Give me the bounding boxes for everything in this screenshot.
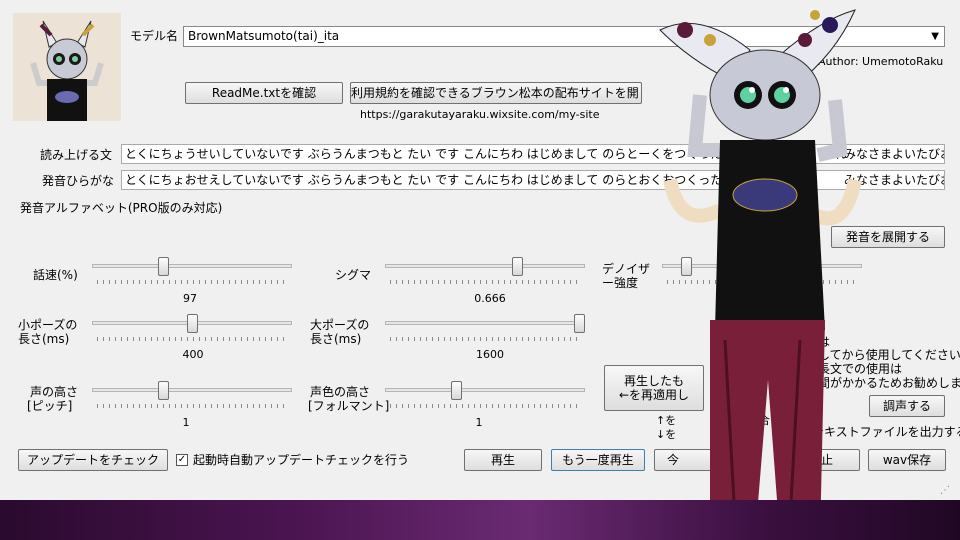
terms-site-button[interactable]: 利用規約を確認できるブラウン松本の配布サイトを開く — [350, 82, 642, 104]
wav-save-button[interactable]: wav保存 — [868, 449, 946, 471]
pitch-value: 1 — [182, 416, 190, 429]
sigma-ticks — [390, 280, 582, 284]
formant-label-1: 声色の高さ — [310, 385, 371, 399]
small-pause-value: 400 — [182, 348, 204, 361]
speed-slider-track[interactable] — [92, 264, 292, 268]
play-button[interactable]: 再生 — [464, 449, 542, 471]
large-pause-label-2: 長さ(ms) — [310, 332, 362, 346]
large-pause-slider-thumb[interactable] — [574, 314, 585, 333]
pitch-slider-track[interactable] — [92, 388, 292, 392]
auto-update-label: 起動時自動アップデートチェックを行う — [193, 453, 410, 467]
model-label: モデル名 — [130, 29, 179, 43]
app-window: モデル名 BrownMatsumoto(tai)_ita ▼ Author: U… — [0, 0, 960, 540]
formant-slider-thumb[interactable] — [451, 381, 463, 400]
speed-label: 話速(%) — [33, 268, 78, 282]
small-pause-ticks — [97, 337, 289, 341]
small-pause-slider-thumb[interactable] — [186, 314, 198, 333]
sigma-slider-track[interactable] — [385, 264, 585, 268]
alphabet-label: 発音アルファベット(PRO版のみ対応) — [20, 201, 223, 215]
sigma-value: 0.666 — [474, 292, 506, 305]
taskbar — [0, 500, 960, 540]
model-select-value: BrownMatsumoto(tai)_ita — [188, 29, 340, 43]
chevron-down-icon[interactable]: ▼ — [931, 27, 939, 46]
large-pause-ticks — [390, 337, 582, 341]
check-update-button[interactable]: アップデートをチェック — [18, 449, 168, 471]
pitch-label-1: 声の高さ — [30, 385, 79, 399]
resize-grip-icon[interactable]: ⋰ — [940, 484, 950, 498]
auto-update-checkbox[interactable]: ✓ — [176, 454, 188, 466]
large-pause-value: 1600 — [476, 348, 504, 361]
sigma-label: シグマ — [335, 268, 372, 282]
small-pause-label-2: 長さ(ms) — [18, 332, 70, 346]
model-avatar — [13, 13, 121, 121]
pitch-label-2: [ピッチ] — [27, 399, 73, 413]
hiragana-label: 発音ひらがな — [42, 174, 115, 188]
formant-label-2: [フォルマント] — [308, 399, 390, 413]
large-pause-slider-track[interactable] — [385, 321, 585, 325]
small-pause-label-1: 小ポーズの — [18, 318, 78, 332]
pitch-ticks — [97, 404, 289, 408]
sigma-slider-thumb[interactable] — [511, 257, 523, 276]
formant-ticks — [390, 404, 582, 408]
speed-value: 97 — [183, 292, 197, 305]
formant-value: 1 — [475, 416, 483, 429]
speed-slider-thumb[interactable] — [158, 257, 170, 276]
readme-button[interactable]: ReadMe.txtを確認 — [185, 82, 343, 104]
mascot-character-image — [659, 9, 862, 540]
read-text-label: 読み上げる文 — [40, 148, 113, 162]
formant-slider-track[interactable] — [385, 388, 585, 392]
speed-ticks — [97, 280, 289, 284]
pitch-slider-thumb[interactable] — [158, 381, 170, 400]
tune-button[interactable]: 調声する — [869, 395, 945, 417]
play-again-button[interactable]: もう一度再生 — [551, 449, 645, 471]
large-pause-label-1: 大ポーズの — [310, 318, 370, 332]
site-url[interactable]: https://garakutayaraku.wixsite.com/my-si… — [360, 108, 599, 122]
